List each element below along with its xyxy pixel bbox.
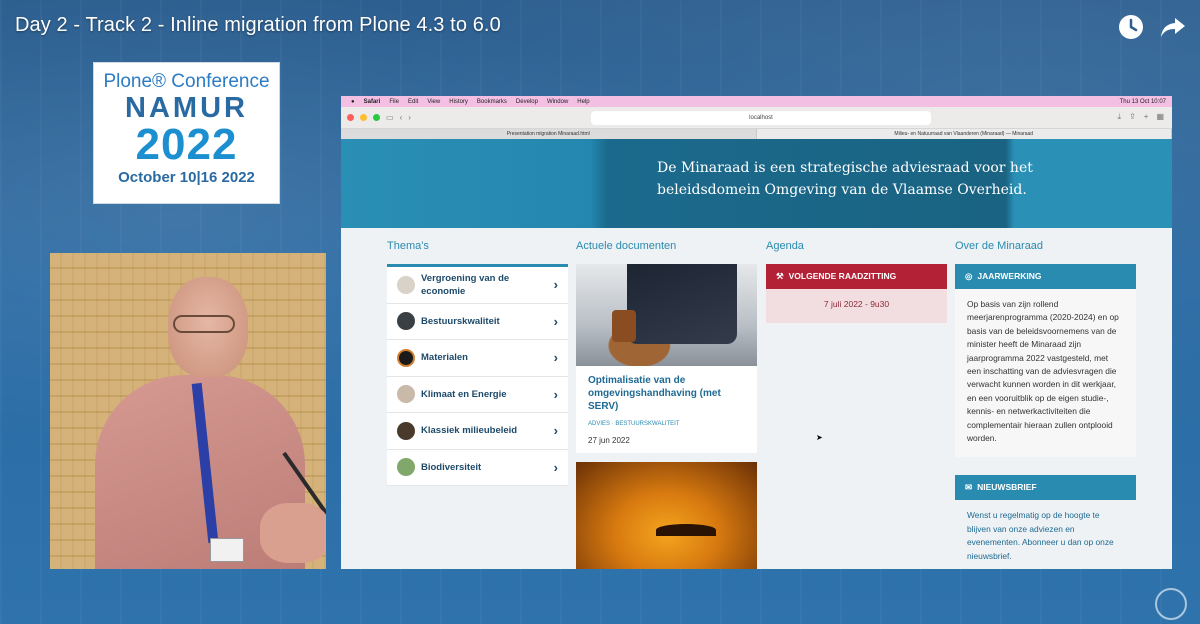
browser-tabs: Presentation migration Minaraad.html Mil…	[341, 129, 1172, 139]
thema-item[interactable]: Materialen ›	[387, 340, 568, 377]
menu-item-develop[interactable]: Develop	[516, 99, 538, 105]
glasses	[173, 315, 235, 333]
themas-column: Thema's Vergroening van de economie › Be…	[387, 228, 568, 486]
document-title[interactable]: Optimalisatie van de omgevingshandhaving…	[588, 374, 745, 413]
document-date: 27 jun 2022	[588, 436, 630, 445]
mac-menu-bar: ● Safari File Edit View History Bookmark…	[341, 96, 1172, 107]
thema-label: Bestuurskwaliteit	[421, 315, 500, 327]
envelope-icon: ✉	[965, 482, 973, 493]
speaker-hands	[260, 503, 326, 563]
channel-watermark-icon[interactable]	[1155, 588, 1187, 620]
documents-title: Actuele documenten	[576, 240, 677, 252]
forward-icon[interactable]: ›	[408, 113, 411, 122]
menu-item-view[interactable]: View	[427, 99, 440, 105]
logo-date: October 10|16 2022	[118, 169, 255, 186]
new-tab-icon[interactable]: +	[1144, 112, 1149, 122]
agenda-column: Agenda ⚒ VOLGENDE RAADZITTING 7 juli 2022…	[766, 228, 947, 323]
thema-label: Klimaat en Energie	[421, 388, 507, 400]
menu-item-help[interactable]: Help	[577, 99, 589, 105]
themas-title: Thema's	[387, 240, 429, 252]
conference-logo: Plone® Conference NAMUR 2022 October 10|…	[93, 62, 280, 204]
thema-label: Vergroening van de economie	[421, 272, 510, 297]
sidebar-icon[interactable]: ▭	[386, 113, 394, 122]
hero-banner: De Minaraad is een strategische adviesra…	[341, 139, 1172, 228]
tree-silhouette	[656, 524, 716, 536]
minimize-window-button[interactable]	[360, 114, 367, 121]
menu-item-history[interactable]: History	[449, 99, 468, 105]
thema-label: Klassiek milieubeleid	[421, 425, 518, 437]
apple-icon[interactable]: ●	[351, 99, 355, 105]
chevron-right-icon: ›	[553, 386, 558, 402]
suit-shape	[627, 264, 737, 344]
menu-app-name[interactable]: Safari	[364, 99, 381, 105]
thema-label: Biodiversiteit	[421, 461, 482, 473]
gavel-icon	[612, 310, 636, 342]
mouse-cursor-icon: ➤	[816, 433, 823, 442]
close-window-button[interactable]	[347, 114, 354, 121]
gavel-photo[interactable]	[576, 264, 757, 366]
address-bar[interactable]: localhost	[591, 111, 931, 125]
chevron-right-icon: ›	[553, 350, 558, 366]
site-content: Thema's Vergroening van de economie › Be…	[341, 228, 1172, 569]
menu-item-edit[interactable]: Edit	[408, 99, 418, 105]
menu-item-bookmarks[interactable]: Bookmarks	[477, 99, 507, 105]
thema-item[interactable]: Bestuurskwaliteit ›	[387, 304, 568, 340]
thema-item[interactable]: Klassiek milieubeleid ›	[387, 413, 568, 450]
themas-list: Vergroening van de economie › Bestuurskw…	[387, 264, 568, 486]
next-meeting-header: ⚒ VOLGENDE RAADZITTING	[766, 264, 947, 289]
agenda-title: Agenda	[766, 240, 804, 252]
gavel-icon: ⚒	[776, 271, 784, 281]
tab-overview-icon[interactable]: ▦	[1156, 112, 1164, 122]
clock-icon[interactable]	[1116, 12, 1146, 42]
documents-column: Actuele documenten Optimalisatie van de …	[576, 228, 757, 569]
about-title: Over de Minaraad	[955, 240, 1044, 252]
menu-clock: Thu 13 Oct 10:07	[1119, 98, 1166, 105]
shared-screen: ● Safari File Edit View History Bookmark…	[341, 96, 1172, 569]
document-tags: ADVIES · BESTUURSKWALITEIT	[588, 421, 680, 427]
wind-turbine-thumb-icon	[397, 275, 415, 294]
thema-item[interactable]: Klimaat en Energie ›	[387, 377, 568, 413]
next-meeting-date[interactable]: 7 juli 2022 - 9u30	[766, 289, 947, 323]
share-sheet-icon[interactable]: ⇪	[1129, 112, 1136, 122]
zoom-window-button[interactable]	[373, 114, 380, 121]
menu-item-window[interactable]: Window	[547, 99, 568, 105]
about-column: Over de Minaraad ◎ JAARWERKING Op basis v…	[955, 228, 1136, 569]
download-icon[interactable]: ⤓	[1118, 112, 1122, 122]
logo-city: NAMUR	[125, 92, 248, 124]
target-icon: ◎	[965, 271, 973, 281]
back-icon[interactable]: ‹	[400, 113, 403, 122]
logo-year: 2022	[135, 120, 238, 169]
climate-thumb-icon	[397, 385, 415, 404]
thema-item[interactable]: Biodiversiteit ›	[387, 450, 568, 486]
hero-text: De Minaraad is een strategische adviesra…	[657, 160, 1033, 198]
environment-thumb-icon	[397, 421, 415, 440]
share-icon[interactable]	[1158, 12, 1188, 42]
tab-minaraad[interactable]: Milieu- en Natuurraad van Vlaanderen (Mi…	[756, 129, 1172, 139]
chevron-right-icon: ›	[553, 423, 558, 439]
nieuwsbrief-label: NIEUWSBRIEF	[977, 482, 1037, 493]
chevron-right-icon: ›	[553, 459, 558, 475]
logo-title: Plone® Conference	[103, 71, 270, 92]
nieuwsbrief-header: ✉ NIEUWSBRIEF	[955, 475, 1136, 501]
speaker-camera	[50, 253, 326, 569]
jaarwerking-text: Op basis van zijn rollend meerjarenprogr…	[955, 289, 1136, 458]
thema-item[interactable]: Vergroening van de economie ›	[387, 267, 568, 304]
document-card[interactable]: Optimalisatie van de omgevingshandhaving…	[576, 366, 757, 453]
jaarwerking-header: ◎ JAARWERKING	[955, 264, 1136, 289]
name-badge	[210, 538, 244, 562]
browser-toolbar: ▭ ‹ › localhost ⤓ ⇪ + ▦	[341, 107, 1172, 129]
menu-item-file[interactable]: File	[389, 99, 399, 105]
video-title: Day 2 - Track 2 - Inline migration from …	[15, 14, 501, 36]
materials-thumb-icon	[397, 348, 415, 367]
building-thumb-icon	[397, 312, 415, 331]
nieuwsbrief-text[interactable]: Wenst u regelmatig op de hoogte te blijv…	[955, 500, 1136, 569]
next-meeting-label: VOLGENDE RAADZITTING	[788, 271, 897, 281]
jaarwerking-label: JAARWERKING	[977, 271, 1042, 281]
thema-label: Materialen	[421, 352, 468, 364]
chevron-right-icon: ›	[553, 313, 558, 329]
biodiversity-thumb-icon	[397, 458, 415, 477]
tab-presentation[interactable]: Presentation migration Minaraad.html	[341, 129, 757, 139]
chevron-right-icon: ›	[553, 277, 558, 293]
sunset-photo[interactable]	[576, 462, 757, 569]
